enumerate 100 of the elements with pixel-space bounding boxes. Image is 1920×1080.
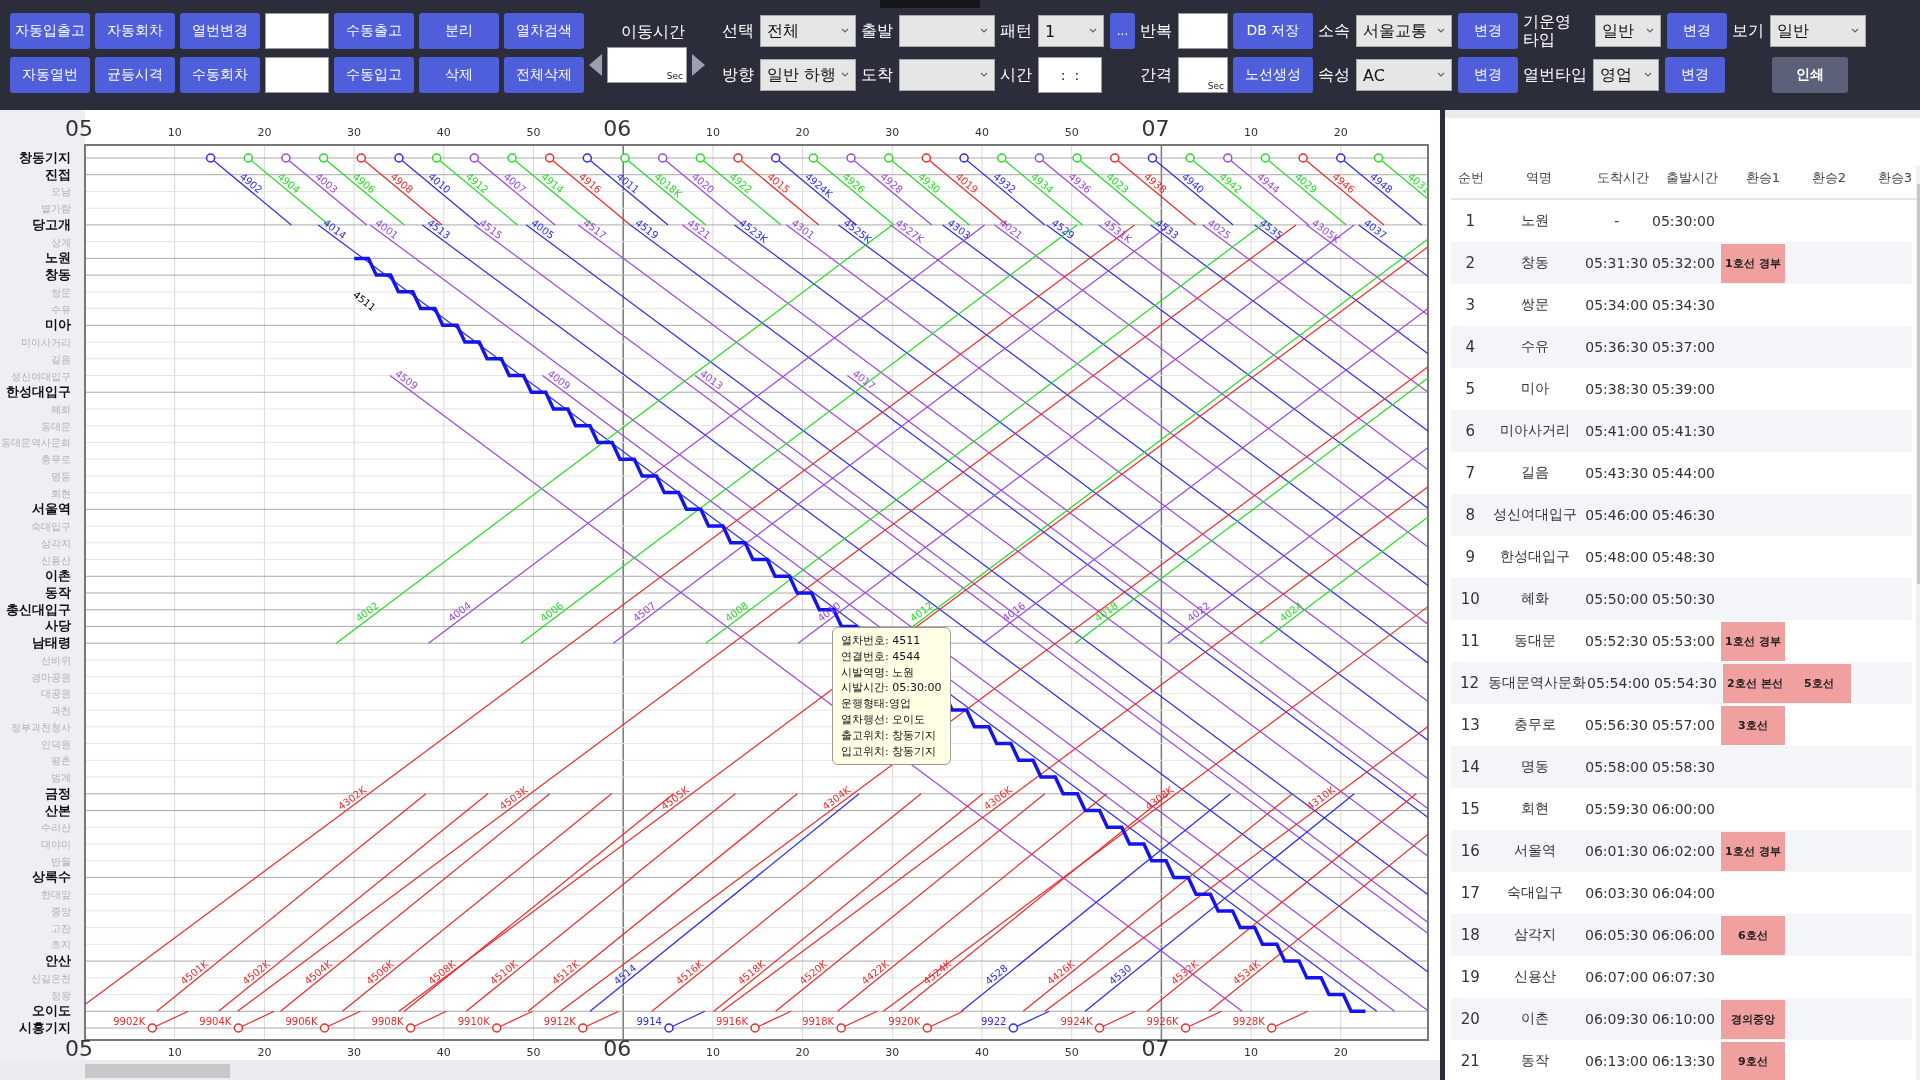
- train-number: 4017: [850, 367, 878, 392]
- toolbar-button[interactable]: 자동회차: [95, 13, 175, 49]
- station-label: 정부과천청사: [11, 721, 71, 733]
- dropdown[interactable]: 1: [1038, 15, 1104, 47]
- table-cell-text: 회현: [1520, 800, 1551, 818]
- input-field[interactable]: Sec: [607, 47, 687, 83]
- table-cell: 05:37:00: [1652, 339, 1715, 355]
- dropdown[interactable]: 일반: [1595, 15, 1661, 47]
- table-cell-text: 12: [1459, 674, 1481, 692]
- dropdown[interactable]: AC: [1356, 59, 1452, 91]
- input-field[interactable]: [265, 13, 329, 49]
- toolbar-button[interactable]: 수동출고: [334, 13, 414, 49]
- time-label: 06: [603, 1036, 632, 1060]
- station-label: 정왕: [51, 989, 71, 1001]
- field-label: 간격: [1140, 64, 1172, 86]
- column-header: 환승3: [1876, 169, 1914, 187]
- toolbar-button[interactable]: 자동열번: [10, 57, 90, 93]
- time-label: 20: [795, 126, 810, 139]
- station-label: 안산: [45, 953, 71, 969]
- dropdown[interactable]: 일반 하행: [760, 59, 856, 91]
- station-label: 상록수: [32, 869, 71, 885]
- table-cell: 06:00:00: [1652, 801, 1715, 817]
- time-label: 50: [526, 1046, 541, 1059]
- time-label: 30: [885, 126, 900, 139]
- station-label: 동작: [45, 585, 71, 600]
- time-label: 10: [705, 1046, 720, 1059]
- toolbar-button[interactable]: 열번변경: [180, 13, 260, 49]
- change-button[interactable]: 변경: [1458, 13, 1518, 49]
- table-cell: 05:50:00: [1585, 591, 1649, 607]
- table-cell-text: 15: [1459, 800, 1481, 818]
- time-label: 05: [65, 1036, 93, 1060]
- table-cell-text: 쌍문: [1520, 296, 1551, 314]
- print-button[interactable]: 인쇄: [1772, 57, 1848, 93]
- drag-handle[interactable]: [880, 0, 980, 8]
- station-label: 쌍문: [51, 286, 71, 298]
- time-label: 50: [1064, 126, 1079, 139]
- station-label: 산본: [45, 802, 71, 818]
- tooltip-text: 시발역명: 노원: [841, 664, 916, 681]
- dropdown[interactable]: 서울교통: [1356, 15, 1452, 47]
- toolbar-button[interactable]: 수동입고: [334, 57, 414, 93]
- table-cell-text: 숙대입구: [1506, 884, 1565, 902]
- field-label: 출발: [861, 20, 893, 42]
- change-button[interactable]: 변경: [1667, 13, 1727, 49]
- scrollbar[interactable]: [0, 1060, 1440, 1080]
- stop-marker: [582, 153, 593, 163]
- time-label: 10: [1244, 126, 1259, 139]
- more-button[interactable]: ...: [1110, 13, 1135, 49]
- dropdown[interactable]: 일반: [1770, 15, 1866, 47]
- train-number: 9906K: [285, 1016, 318, 1027]
- caret-icon: [841, 28, 849, 34]
- input-field[interactable]: Sec: [1178, 57, 1228, 93]
- toolbar-button[interactable]: 노선생성: [1233, 57, 1313, 93]
- toolbar-button[interactable]: 자동입출고: [10, 13, 90, 49]
- transfer-badge: 1호선 경부: [1720, 831, 1785, 871]
- input-field[interactable]: [265, 57, 329, 93]
- dropdown[interactable]: [899, 59, 995, 91]
- station-label: 신길온천: [31, 972, 71, 984]
- toolbar-button[interactable]: 삭제: [419, 57, 499, 93]
- stop-marker: [1072, 153, 1082, 163]
- stop-marker: [883, 153, 894, 163]
- table-cell: 05:31:30: [1585, 255, 1648, 271]
- station-label: 초지: [51, 939, 71, 951]
- column-header: 환승1: [1744, 169, 1782, 187]
- time-label: 10: [167, 126, 182, 139]
- column-header: 환승2: [1810, 169, 1848, 187]
- dropdown[interactable]: 전체: [760, 15, 856, 47]
- change-button[interactable]: 변경: [1665, 57, 1725, 93]
- station-label: 창동: [45, 267, 71, 283]
- toolbar-button[interactable]: 균등시격: [95, 57, 175, 93]
- right-arrow-icon[interactable]: [691, 54, 705, 76]
- time-label: 06: [603, 116, 632, 141]
- time-label: 20: [795, 1046, 810, 1059]
- stop-marker: [281, 153, 291, 163]
- toolbar-button[interactable]: 수동회차: [180, 57, 260, 93]
- table-cell-text: 수유: [1520, 338, 1551, 356]
- field-label: 소속: [1318, 20, 1350, 42]
- table-cell: 05:34:30: [1652, 297, 1715, 313]
- time-label: 10: [705, 126, 720, 139]
- table-cell-text: 4: [1464, 338, 1477, 356]
- time-field[interactable]: : :: [1038, 57, 1102, 93]
- train-number: 9928K: [1232, 1016, 1265, 1027]
- table-cell: 06:05:30: [1585, 927, 1648, 943]
- stop-marker: [578, 1023, 588, 1033]
- field-label: 반복: [1140, 20, 1172, 42]
- left-arrow-icon[interactable]: [589, 54, 603, 76]
- time-label: 07: [1141, 116, 1170, 141]
- table-cell: 05:58:00: [1585, 759, 1649, 775]
- time-label: 10: [167, 1046, 182, 1059]
- input-field[interactable]: [1178, 13, 1228, 49]
- toolbar-button[interactable]: DB 저장: [1233, 13, 1313, 49]
- toolbar-button[interactable]: 전체삭제: [504, 57, 584, 93]
- time-label: 20: [257, 126, 272, 139]
- train-number: 9922: [980, 1016, 1007, 1027]
- toolbar-button[interactable]: 분리: [419, 13, 499, 49]
- dropdown[interactable]: 영업: [1593, 59, 1659, 91]
- field-label: 시간: [1000, 64, 1032, 86]
- station-label: 미아사거리: [21, 337, 71, 349]
- change-button[interactable]: 변경: [1458, 57, 1518, 93]
- dropdown[interactable]: [899, 15, 995, 47]
- toolbar-button[interactable]: 열차검색: [504, 13, 584, 49]
